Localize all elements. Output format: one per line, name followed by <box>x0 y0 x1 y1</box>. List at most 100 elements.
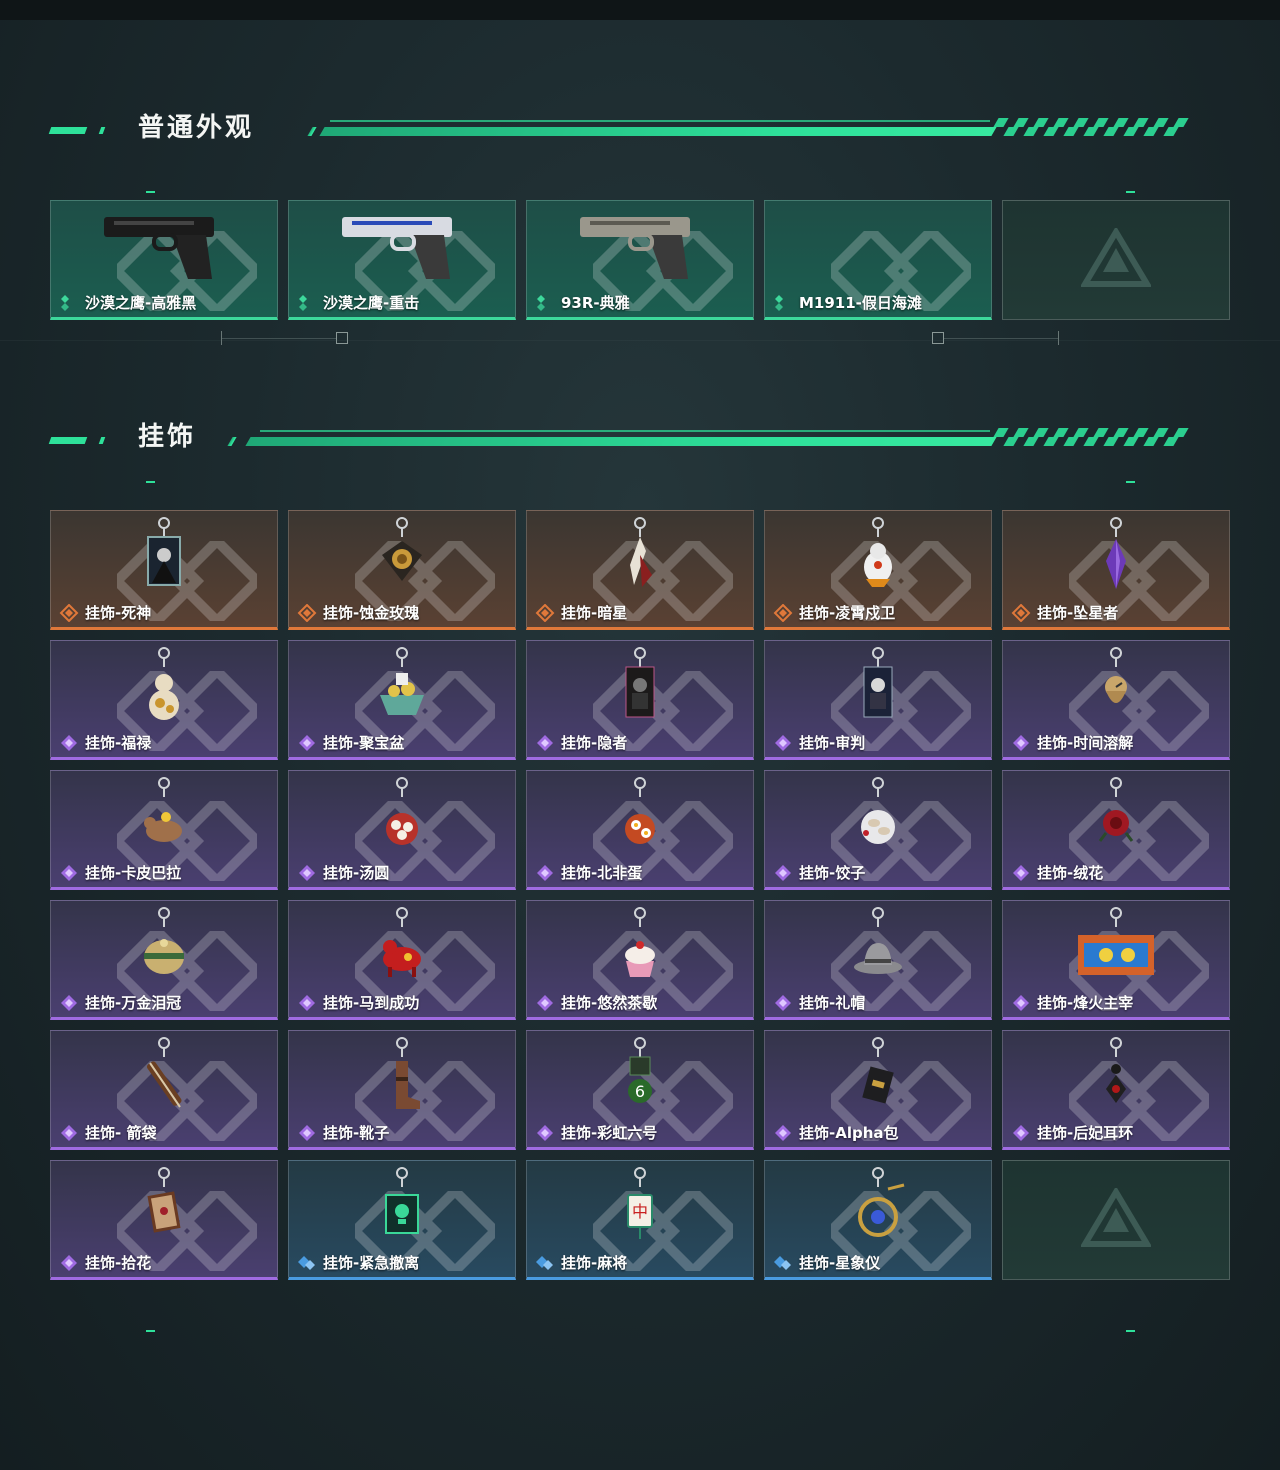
item-card[interactable]: 挂饰-凌霄戍卫 <box>764 510 992 630</box>
judgement-card-charm-icon <box>863 647 893 718</box>
item-card[interactable]: 挂饰-Alpha包 <box>764 1030 992 1150</box>
item-card[interactable]: 挂饰-北非蛋 <box>526 770 754 890</box>
rarity-purple-diamond-icon <box>299 994 315 1011</box>
item-card[interactable]: 6 挂饰-彩虹六号 <box>526 1030 754 1150</box>
item-card[interactable]: 93R-典雅 <box>526 200 754 320</box>
item-card[interactable]: 挂饰-审判 <box>764 640 992 760</box>
item-card[interactable]: 挂饰-饺子 <box>764 770 992 890</box>
alpha-bag-charm-icon <box>862 1037 894 1104</box>
item-image <box>527 205 753 285</box>
item-card[interactable]: 挂饰-拾花 <box>50 1160 278 1280</box>
deco-tick <box>221 331 222 345</box>
item-card[interactable]: 挂饰- 箭袋 <box>50 1030 278 1150</box>
rarity-orange-diamond-icon <box>297 603 317 622</box>
empty-slot-card <box>1002 1160 1230 1280</box>
item-image <box>527 515 753 595</box>
earring-charm-icon <box>1106 1037 1126 1103</box>
header-stripe-thin <box>260 430 990 432</box>
red-horse-charm-icon <box>383 907 421 977</box>
mahjong-charm-icon: 中 <box>627 1167 653 1239</box>
capybara-charm-icon <box>144 777 182 842</box>
item-card[interactable]: 沙漠之鹰-高雅黑 <box>50 200 278 320</box>
item-label: 挂饰-饺子 <box>773 862 865 883</box>
rarity-purple-diamond-icon <box>537 864 553 881</box>
item-name: 沙漠之鹰-高雅黑 <box>85 294 197 312</box>
item-card[interactable]: 挂饰-汤圆 <box>288 770 516 890</box>
crown-charm-icon <box>144 907 184 974</box>
cupcake-charm-icon <box>625 907 655 977</box>
orrery-charm-icon <box>858 1167 905 1237</box>
item-card[interactable]: 挂饰-福禄 <box>50 640 278 760</box>
item-label: 挂饰-烽火主宰 <box>1011 992 1133 1013</box>
section-title-skins: 普通外观 <box>138 113 255 143</box>
item-label: 挂饰-Alpha包 <box>773 1122 899 1143</box>
section-title-charms: 挂饰 <box>138 422 197 452</box>
item-name: 挂饰-时间溶解 <box>1037 734 1134 752</box>
corner-mark <box>1126 1330 1135 1332</box>
item-image <box>51 1035 277 1115</box>
item-card[interactable]: 挂饰-后妃耳环 <box>1002 1030 1230 1150</box>
rarity-orange-diamond-icon <box>1011 603 1031 622</box>
item-name: 沙漠之鹰-重击 <box>323 294 420 312</box>
item-card[interactable]: 挂饰-隐者 <box>526 640 754 760</box>
rarity-orange-diamond-icon <box>59 603 79 622</box>
item-card[interactable]: 挂饰-烽火主宰 <box>1002 900 1230 1020</box>
item-name: 挂饰-汤圆 <box>323 864 390 882</box>
item-card[interactable]: 挂饰-绒花 <box>1002 770 1230 890</box>
item-label: 挂饰-彩虹六号 <box>535 1122 657 1143</box>
item-card[interactable]: 挂饰-马到成功 <box>288 900 516 1020</box>
item-name: 挂饰-凌霄戍卫 <box>799 604 896 622</box>
item-card[interactable]: 挂饰-星象仪 <box>764 1160 992 1280</box>
item-image <box>51 645 277 725</box>
rarity-purple-diamond-icon <box>775 734 791 751</box>
item-card[interactable]: M1911-假日海滩 <box>764 200 992 320</box>
item-image <box>289 645 515 725</box>
item-card[interactable]: 沙漠之鹰-重击 <box>288 200 516 320</box>
item-name: 挂饰-坠星者 <box>1037 604 1119 622</box>
item-name: 挂饰-后妃耳环 <box>1037 1124 1134 1142</box>
item-card[interactable]: 挂饰-聚宝盆 <box>288 640 516 760</box>
rarity-purple-diamond-icon <box>61 734 77 751</box>
header-accent-bar <box>48 127 88 134</box>
item-image <box>1003 775 1229 855</box>
rarity-purple-diamond-icon <box>537 1124 553 1141</box>
item-image <box>51 515 277 595</box>
item-image <box>527 775 753 855</box>
item-label: 挂饰-星象仪 <box>773 1252 880 1273</box>
item-image <box>289 515 515 595</box>
logo-icon <box>1079 226 1153 287</box>
item-card[interactable]: 挂饰-靴子 <box>288 1030 516 1150</box>
rarity-blue-diamond-icon <box>536 1255 553 1270</box>
item-label: 挂饰-蚀金玫瑰 <box>297 602 419 623</box>
flower-frame-charm-icon <box>147 1167 181 1233</box>
header-stripe-thin <box>330 120 990 122</box>
item-name: 挂饰-紧急撤离 <box>323 1254 420 1272</box>
item-card[interactable]: 挂饰-礼帽 <box>764 900 992 1020</box>
rarity-orange-diamond-icon <box>535 603 555 622</box>
item-card[interactable]: 挂饰-时间溶解 <box>1002 640 1230 760</box>
rarity-chevrons-icon <box>299 294 307 311</box>
item-card[interactable]: 挂饰-死神 <box>50 510 278 630</box>
item-card[interactable]: 挂饰-蚀金玫瑰 <box>288 510 516 630</box>
item-name: 挂饰-麻将 <box>561 1254 628 1272</box>
melting-clock-charm-icon <box>1105 647 1127 703</box>
item-card[interactable]: 中挂饰-麻将 <box>526 1160 754 1280</box>
poster-charm-icon <box>1078 907 1154 975</box>
corner-mark <box>146 191 155 193</box>
item-name: 挂饰-卡皮巴拉 <box>85 864 182 882</box>
item-card[interactable]: 挂饰-万金泪冠 <box>50 900 278 1020</box>
rarity-purple-diamond-icon <box>1013 1124 1029 1141</box>
item-card[interactable]: 挂饰-紧急撤离 <box>288 1160 516 1280</box>
item-card[interactable]: 挂饰-暗星 <box>526 510 754 630</box>
rarity-purple-diamond-icon <box>775 1124 791 1141</box>
item-card[interactable]: 挂饰-坠星者 <box>1002 510 1230 630</box>
rarity-purple-diamond-icon <box>61 864 77 881</box>
item-label: 挂饰- 箭袋 <box>59 1122 156 1143</box>
item-card[interactable]: 挂饰-卡皮巴拉 <box>50 770 278 890</box>
item-name: 挂饰-福禄 <box>85 734 152 752</box>
header-stripe-tick <box>307 127 317 136</box>
item-name: 挂饰-拾花 <box>85 1254 152 1272</box>
section-header-skins: 普通外观 <box>0 110 1280 150</box>
item-card[interactable]: 挂饰-悠然茶歇 <box>526 900 754 1020</box>
item-label: 挂饰-凌霄戍卫 <box>773 602 895 623</box>
